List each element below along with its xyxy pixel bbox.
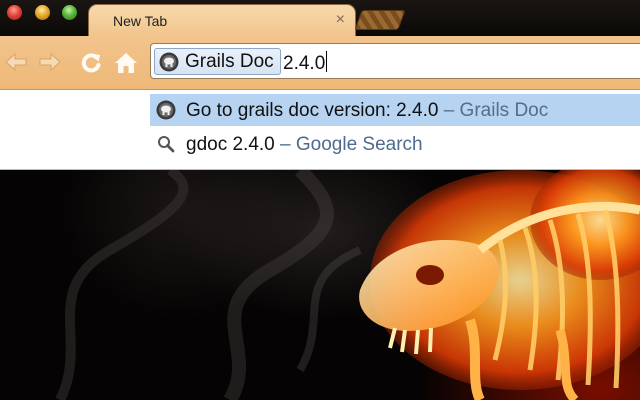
back-icon[interactable] (4, 52, 28, 72)
suggestion-text: Go to grails doc version: 2.4.0 – Grails… (186, 100, 548, 122)
omnibox-input[interactable]: 2.4.0 (283, 51, 328, 75)
window-close-button[interactable] (7, 5, 22, 20)
grails-icon (156, 100, 176, 125)
search-icon (156, 134, 176, 159)
forward-icon[interactable] (38, 52, 62, 72)
suggestion-description: – Google Search (274, 134, 423, 155)
theme-background-image (0, 170, 640, 400)
keyword-chip[interactable]: Grails Doc (154, 48, 281, 75)
grails-icon (159, 52, 179, 77)
new-tab-button[interactable] (354, 10, 406, 30)
omnibox-text: 2.4.0 (283, 53, 326, 74)
window-minimize-button[interactable] (35, 5, 50, 20)
keyword-label: Grails Doc (185, 51, 274, 72)
suggestion-description: – Grails Doc (438, 100, 549, 121)
suggestion-text: gdoc 2.4.0 – Google Search (186, 134, 423, 156)
tab-close-icon[interactable]: × (336, 11, 345, 29)
suggestion-grails-doc[interactable]: Go to grails doc version: 2.4.0 – Grails… (150, 94, 640, 126)
address-bar[interactable]: Grails Doc 2.4.0 (150, 43, 640, 79)
toolbar: Grails Doc 2.4.0 (0, 36, 640, 90)
window-zoom-button[interactable] (62, 5, 77, 20)
tab-strip: New Tab × (0, 0, 640, 38)
tab-new-tab[interactable]: New Tab × (88, 4, 356, 38)
omnibox-suggestions: Go to grails doc version: 2.4.0 – Grails… (0, 90, 640, 170)
tab-title: New Tab (113, 13, 168, 29)
suggestion-main: Go to grails doc version: 2.4.0 (186, 100, 439, 121)
suggestion-google-search[interactable]: gdoc 2.4.0 – Google Search (150, 128, 640, 160)
text-caret (326, 51, 328, 72)
suggestion-main: gdoc 2.4.0 (186, 134, 275, 155)
reload-icon[interactable] (80, 52, 102, 74)
home-icon[interactable] (114, 52, 138, 74)
